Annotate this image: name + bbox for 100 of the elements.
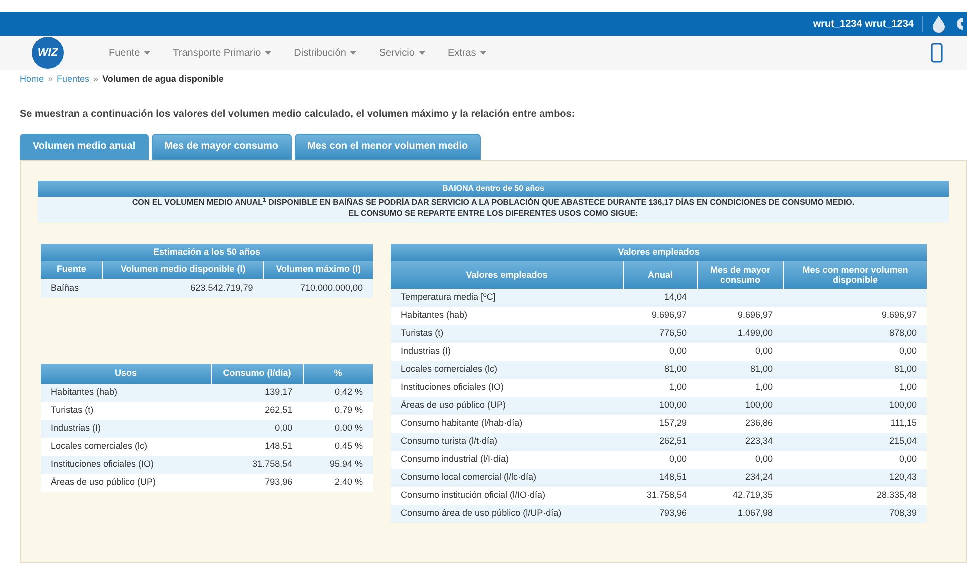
banner-text: CON EL VOLUMEN MEDIO ANUAL$^{1}$ DISPONIBLE EN BAÍÑAS SE PODRÍA DAR SERVICIO A LA POBLACIÓN QUE ABASTECE DURANTE 136,17 DÍAS EN CONDICIONES DE CONSUMO MEDIO. bbox=[131, 196, 856, 208]
table-cell-text: 793,96 bbox=[264, 476, 294, 489]
breadcrumb-separator: » bbox=[94, 73, 99, 86]
table-cell-text: 0,79 % bbox=[334, 404, 364, 417]
table-cell-text: Consumo área de uso público (l/UP·día) bbox=[400, 507, 563, 520]
table-cell-text: 148,51 bbox=[264, 440, 294, 453]
table-cell-text: 95,94 % bbox=[328, 458, 364, 471]
table-cell-text: 157,29 bbox=[658, 417, 688, 430]
caret-icon bbox=[418, 51, 426, 55]
table-cell-text: Turistas (t) bbox=[50, 404, 95, 417]
table-cell-text: Áreas de uso público (UP) bbox=[400, 399, 508, 412]
table-cell-text: 708,39 bbox=[888, 507, 918, 520]
table-cell-text: 81,00 bbox=[749, 363, 774, 376]
table-cell-text: 14,04 bbox=[663, 291, 688, 304]
table-cell-text: 100,00 bbox=[888, 399, 918, 412]
table-cell-text: Consumo institución oficial (l/IO·día) bbox=[400, 489, 547, 502]
tab[interactable]: Mes de mayor consumo bbox=[152, 134, 292, 160]
user-name[interactable]: wrut_1234 wrut_1234 bbox=[813, 16, 914, 32]
logo[interactable]: WIZ bbox=[32, 37, 64, 69]
table-cell-text: 42.719,35 bbox=[732, 489, 774, 502]
breadcrumb-link[interactable]: Fuentes bbox=[57, 73, 90, 86]
table-cell-text: Consumo habitante (l/hab·día) bbox=[400, 417, 524, 430]
column-header: Anual bbox=[623, 261, 697, 289]
caret-icon bbox=[480, 51, 488, 55]
nav-menu[interactable]: Fuente bbox=[109, 46, 152, 60]
column-header: Usos bbox=[41, 364, 211, 384]
table-cell-text: 0,00 bbox=[898, 345, 918, 358]
nav-menu[interactable]: Extras bbox=[448, 46, 488, 60]
nav-menu[interactable]: Transporte Primario bbox=[173, 46, 272, 60]
table-cell-text: Baíñas bbox=[50, 282, 80, 294]
breadcrumb-current: Volumen de agua disponible bbox=[102, 73, 224, 86]
table-cell-text: 120,43 bbox=[888, 471, 918, 484]
banner-title: BAIONA dentro de 50 años bbox=[38, 180, 949, 196]
table-cell-text: Locales comerciales (lc) bbox=[400, 363, 499, 376]
table-cell-text: 100,00 bbox=[744, 399, 774, 412]
drop-icon[interactable] bbox=[931, 15, 947, 33]
table-cell-text: 234,24 bbox=[744, 471, 774, 484]
table-title: Valores empleados bbox=[391, 244, 927, 261]
table-cell-text: 0,00 bbox=[898, 453, 918, 466]
table-cell-text: 0,42 % bbox=[334, 386, 364, 399]
column-header: Fuente bbox=[41, 261, 102, 278]
tab[interactable]: Volumen medio anual bbox=[20, 134, 149, 160]
column-header: % bbox=[302, 364, 373, 384]
table-cell-text: Instituciones oficiales (IO) bbox=[50, 458, 156, 471]
table-cell-text: 0,00 bbox=[668, 345, 688, 358]
table-cell-text: 236,86 bbox=[744, 417, 774, 430]
table-cell-text: Instituciones oficiales (IO) bbox=[400, 381, 506, 394]
table-cell-text: 0,00 % bbox=[334, 422, 364, 435]
table-cell-text: 2,40 % bbox=[334, 476, 364, 489]
column-header: Valores empleados bbox=[391, 261, 623, 289]
table-cell-text: 0,00 bbox=[668, 453, 688, 466]
table-cell-text: 81,00 bbox=[663, 363, 688, 376]
table-cell-text: 1,00 bbox=[898, 381, 918, 394]
table-cell-text: Áreas de uso público (UP) bbox=[50, 476, 158, 489]
table-title: Estimación a los 50 años bbox=[41, 244, 373, 261]
column-header: Volumen máximo (l) bbox=[263, 261, 373, 278]
tab[interactable]: Mes con el menor volumen medio bbox=[294, 134, 482, 160]
table-cell-text: 9.696,97 bbox=[650, 309, 688, 322]
table-cell-text: 148,51 bbox=[658, 471, 688, 484]
table-cell-text: 31.758,54 bbox=[252, 458, 294, 471]
table-cell-text: Habitantes (hab) bbox=[400, 309, 469, 322]
table-cell-text: 262,51 bbox=[658, 435, 688, 448]
table-cell-text: 31.758,54 bbox=[646, 489, 688, 502]
table-cell-text: 81,00 bbox=[893, 363, 918, 376]
table-cell-text: 0,45 % bbox=[334, 440, 364, 453]
table-cell-text: 623.542.719,79 bbox=[190, 282, 254, 294]
table-cell-text: Habitantes (hab) bbox=[50, 386, 119, 399]
table-cell-text: 100,00 bbox=[658, 399, 688, 412]
table-cell-text: 1,00 bbox=[754, 381, 774, 394]
column-header: Mes de mayor consumo bbox=[697, 261, 783, 289]
table-cell-text: 1.067,98 bbox=[736, 507, 774, 520]
table-cell-text: 793,96 bbox=[658, 507, 688, 520]
table-cell-text: 28.335,48 bbox=[876, 489, 918, 502]
column-header: Consumo (l/día) bbox=[211, 364, 303, 384]
table-cell-text: 710.000.000,00 bbox=[299, 282, 364, 294]
mobile-icon[interactable] bbox=[931, 43, 943, 63]
banner-text: EL CONSUMO SE REPARTE ENTRE LOS DIFERENTES USOS COMO SIGUE: bbox=[348, 208, 640, 220]
table-cell-text: Industrias (I) bbox=[400, 345, 452, 358]
table-cell-text: Turistas (t) bbox=[400, 327, 445, 340]
table-cell-text: 111,15 bbox=[890, 417, 918, 430]
table-cell-text: Temperatura media [ºC] bbox=[400, 291, 497, 304]
intro-text: Se muestran a continuación los valores del volumen medio calculado, el volumen máximo y la relación entre ambos: bbox=[19, 108, 576, 122]
table-cell-text: 0,00 bbox=[754, 345, 774, 358]
breadcrumb-link[interactable]: Home bbox=[20, 73, 44, 86]
table-cell-text: Consumo industrial (l/I·día) bbox=[400, 453, 510, 466]
table-cell-text: Industrias (I) bbox=[50, 422, 102, 435]
caret-icon bbox=[265, 51, 272, 55]
table-cell-text: Consumo local comercial (l/lc·día) bbox=[400, 471, 538, 484]
caret-icon bbox=[350, 51, 358, 55]
nav-menu[interactable]: Servicio bbox=[379, 46, 426, 60]
nav-menu[interactable]: Distribución bbox=[294, 46, 358, 60]
table-cell-text: 9.696,97 bbox=[736, 309, 774, 322]
table-cell-text: 1,00 bbox=[668, 381, 688, 394]
table-cell-text: 776,50 bbox=[658, 327, 688, 340]
table-cell-text: 0,00 bbox=[274, 422, 294, 435]
table-cell-text: Locales comerciales (lc) bbox=[50, 440, 149, 453]
table-cell-text: 215,04 bbox=[888, 435, 918, 448]
breadcrumb-separator: » bbox=[48, 73, 54, 86]
column-header: Mes con menor volumen disponible bbox=[783, 261, 927, 289]
column-header: Volumen medio disponible (l) bbox=[102, 261, 264, 278]
